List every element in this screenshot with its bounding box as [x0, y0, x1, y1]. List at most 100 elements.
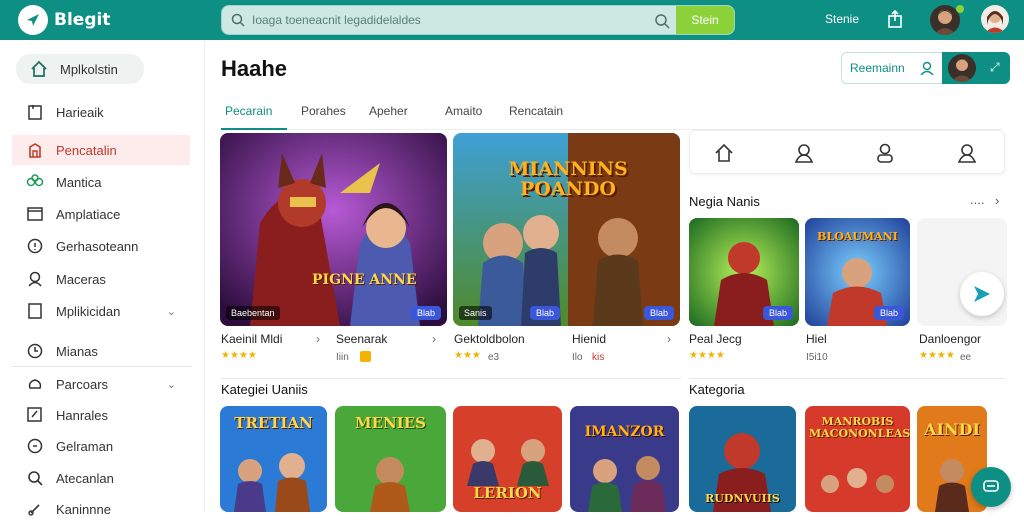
section-title: Kategiei Uaniis [221, 382, 308, 397]
rating-stars: ★★★★ [919, 350, 955, 361]
game-title[interactable]: Kaeinil Mldi [221, 332, 282, 346]
card-badge[interactable]: Blab [410, 306, 441, 320]
sidebar-item-label: Gerhasoteann [56, 238, 139, 254]
sidebar-item-home[interactable]: Mplkolstin [16, 54, 144, 84]
recommend-panel: ⤢ [942, 52, 1010, 84]
avatar [948, 54, 976, 82]
chevron-right-icon[interactable]: › [432, 332, 436, 346]
sidebar-item-messages[interactable]: Amplatiace [12, 199, 190, 229]
sidebar-item-label: Harieaik [56, 104, 104, 120]
search-bar[interactable]: Ioaga toeneacnit legadidelaldes Stein [221, 5, 735, 35]
chevron-right-icon[interactable]: › [995, 193, 999, 208]
game-art-title: IMANZOR [584, 424, 665, 440]
home-icon [28, 58, 50, 80]
card-badge[interactable]: Blab [762, 306, 793, 320]
tab-rencatain[interactable]: Rencatain [509, 104, 563, 118]
card-chip: Baebentan [226, 306, 280, 320]
game-art-title: MIANNINS POANDO [508, 158, 628, 200]
chevron-down-icon[interactable]: ⌄ [167, 378, 176, 391]
sidebar-item-security[interactable]: Gerhasoteann [12, 231, 190, 261]
sidebar-divider [12, 366, 192, 367]
sidebar-item-bookmarks[interactable]: Harieaik [12, 97, 190, 127]
game-card[interactable]: MANROBIS MACONONLEAS [805, 406, 910, 512]
edit-icon [24, 404, 46, 426]
section-divider [689, 378, 1005, 379]
chevron-down-icon[interactable]: ⌄ [167, 305, 176, 318]
game-art-title: LERION [473, 484, 542, 502]
game-art-title: TRETIAN [234, 414, 313, 432]
sidebar-item-label: Kaninnne [56, 501, 111, 517]
profile-icon[interactable] [957, 143, 977, 168]
game-subtitle: Ilo [572, 352, 583, 363]
game-title[interactable]: Gektoldbolon [454, 332, 525, 346]
app-name[interactable]: Blegit [54, 10, 110, 30]
document-icon [24, 300, 46, 322]
top-bar: Blegit Ioaga toeneacnit legadidelaldes S… [0, 0, 1024, 40]
clock-icon [24, 340, 46, 362]
card-badge[interactable]: Blab [643, 306, 674, 320]
game-subtitle: kis [592, 352, 605, 363]
recommend-button[interactable]: Reemainn ⤢ [841, 52, 1010, 84]
game-art-title: MANROBIS MACONONLEAS [809, 415, 910, 440]
users-icon[interactable] [875, 143, 895, 168]
more-menu-icon[interactable]: .... [970, 192, 984, 207]
game-title[interactable]: Hiel [806, 332, 827, 346]
sidebar-item-edit[interactable]: Hanrales [12, 400, 190, 430]
game-subtitle: ee [960, 352, 972, 363]
featured-card-1[interactable]: PIGNE ANNE Baebentan Blab [220, 133, 447, 326]
sidebar-item-links[interactable]: Kaninnne [12, 494, 190, 524]
tab-porahes[interactable]: Porahes [301, 104, 346, 118]
game-card[interactable]: LERION [453, 406, 562, 512]
game-title[interactable]: Seenarak [336, 332, 387, 346]
tab-amaito[interactable]: Amaito [445, 104, 482, 118]
game-title[interactable]: Peal Jecg [689, 332, 742, 346]
sidebar-item-games[interactable]: Mantica [12, 167, 190, 197]
bookmark-icon [24, 101, 46, 123]
quick-actions [689, 130, 1005, 174]
card-badge[interactable]: Blab [529, 306, 560, 320]
sidebar-item-recent[interactable]: Mianas [12, 336, 190, 366]
home-icon[interactable] [714, 143, 734, 168]
top-link[interactable]: Stenie [825, 12, 859, 26]
game-card[interactable]: MENIES [335, 406, 446, 512]
app-logo[interactable] [18, 5, 48, 35]
sidebar-item-search[interactable]: Atecanlan [12, 463, 190, 493]
coin-icon [360, 351, 371, 362]
rating-stars: ★★★★ [221, 350, 257, 361]
game-card[interactable]: IMANZOR [570, 406, 679, 512]
search-button[interactable]: Stein [676, 6, 734, 34]
play-button[interactable] [960, 272, 1004, 316]
featured-card-2[interactable]: MIANNINS POANDO Sanis Blab Blab [453, 133, 680, 326]
game-card[interactable]: Blab [689, 218, 799, 326]
game-card[interactable]: BLOAUMANI Blab [805, 218, 910, 326]
game-card[interactable]: TRETIAN [220, 406, 327, 512]
game-art-title: RUDNVUIIS [705, 492, 780, 505]
sidebar-item-cloud[interactable]: Parcoars ⌄ [12, 369, 190, 399]
sidebar-item-chat[interactable]: Gelraman [12, 431, 190, 461]
tab-apeher[interactable]: Apeher [369, 104, 408, 118]
tab-pecarain[interactable]: Pecarain [225, 104, 272, 118]
profile-avatar[interactable] [981, 5, 1009, 33]
sidebar-item-library[interactable]: Mplikicidan ⌄ [12, 296, 190, 326]
search-input[interactable]: Ioaga toeneacnit legadidelaldes [252, 13, 421, 27]
game-card[interactable]: RUDNVUIIS [689, 406, 796, 512]
game-title[interactable]: Danloengor [919, 332, 981, 346]
sidebar: Mplkolstin Harieaik Pencatalin Mantica A… [0, 40, 205, 517]
sidebar-item-people[interactable]: Maceras [12, 264, 190, 294]
chevron-right-icon[interactable]: › [667, 332, 671, 346]
sidebar-item-popular[interactable]: Pencatalin [12, 135, 190, 165]
sidebar-item-label: Mplkolstin [60, 61, 118, 77]
game-subtitle: I5i10 [806, 352, 828, 363]
card-badge[interactable]: Blab [873, 306, 904, 320]
share-icon[interactable] [886, 9, 904, 34]
expand-icon[interactable]: ⤢ [990, 60, 1000, 75]
game-art-title: MENIES [354, 414, 427, 432]
chat-button[interactable] [971, 467, 1011, 507]
chevron-right-icon[interactable]: › [316, 332, 320, 346]
game-title[interactable]: Hienid [572, 332, 606, 346]
sidebar-item-label: Atecanlan [56, 470, 114, 486]
chat-icon [24, 435, 46, 457]
camera-search-icon[interactable] [654, 13, 670, 34]
user-icon[interactable] [794, 143, 814, 168]
recommend-label: Reemainn [850, 61, 905, 75]
